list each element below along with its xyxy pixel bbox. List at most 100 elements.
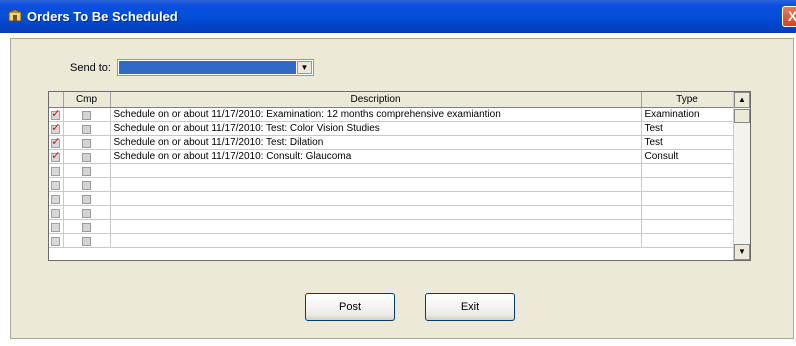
row-select-cell[interactable] <box>49 177 64 192</box>
cmp-checkbox[interactable] <box>82 138 91 148</box>
row-select-checkbox[interactable]: ✓ <box>51 149 61 162</box>
chevron-down-icon: ▼ <box>300 63 309 72</box>
scroll-down-button[interactable]: ▼ <box>734 244 750 260</box>
description-cell[interactable] <box>110 219 642 234</box>
cmp-checkbox[interactable] <box>82 166 91 176</box>
row-select-checkbox[interactable] <box>51 222 61 232</box>
cmp-checkbox[interactable] <box>82 194 91 204</box>
app-icon <box>8 9 22 22</box>
cmp-checkbox[interactable] <box>82 180 91 190</box>
row-select-checkbox[interactable] <box>51 166 61 176</box>
row-select-cell[interactable]: ✓ <box>49 107 64 122</box>
description-cell[interactable] <box>110 233 642 248</box>
cmp-cell[interactable] <box>63 149 111 164</box>
description-cell[interactable]: Schedule on or about 11/17/2010: Consult… <box>110 149 642 164</box>
orders-window: Orders To Be Scheduled X Send to: ▼ Cmp <box>0 0 796 346</box>
table-row[interactable]: ✓ Schedule on or about 11/17/2010: Test: … <box>49 121 734 136</box>
post-button[interactable]: Post <box>305 293 395 321</box>
cmp-cell[interactable] <box>63 233 111 248</box>
row-select-cell[interactable] <box>49 219 64 234</box>
row-select-checkbox[interactable] <box>51 208 61 218</box>
title-bar[interactable]: Orders To Be Scheduled X <box>0 0 796 33</box>
cmp-checkbox[interactable] <box>82 208 91 218</box>
row-select-cell[interactable] <box>49 163 64 178</box>
cmp-cell[interactable] <box>63 177 111 192</box>
send-to-label: Send to: <box>70 62 111 74</box>
table-row[interactable] <box>49 191 734 206</box>
table-row[interactable] <box>49 177 734 192</box>
table-row[interactable] <box>49 163 734 178</box>
orders-table: Cmp Description Type ✓ Schedule on or abo… <box>49 92 734 248</box>
cmp-cell[interactable] <box>63 205 111 220</box>
description-cell[interactable] <box>110 163 642 178</box>
row-select-cell[interactable]: ✓ <box>49 135 64 150</box>
cmp-cell[interactable] <box>63 163 111 178</box>
table-row[interactable]: ✓ Schedule on or about 11/17/2010: Examin… <box>49 107 734 122</box>
dropdown-button[interactable]: ▼ <box>297 61 312 74</box>
type-cell[interactable]: Consult <box>641 149 734 164</box>
close-icon: X <box>787 8 796 24</box>
cmp-cell[interactable] <box>63 121 111 136</box>
row-select-cell[interactable]: ✓ <box>49 121 64 136</box>
vertical-scrollbar[interactable]: ▲ ▼ <box>733 92 750 260</box>
cmp-cell[interactable] <box>63 135 111 150</box>
orders-grid: Cmp Description Type ✓ Schedule on or abo… <box>48 91 751 261</box>
description-cell[interactable]: Schedule on or about 11/17/2010: Examina… <box>110 107 642 122</box>
cmp-cell[interactable] <box>63 107 111 122</box>
column-header-description[interactable]: Description <box>110 92 642 108</box>
check-icon: ✓ <box>51 121 61 134</box>
close-button[interactable]: X <box>782 6 796 27</box>
check-icon: ✓ <box>51 135 61 148</box>
row-select-checkbox[interactable] <box>51 194 61 204</box>
scroll-up-button[interactable]: ▲ <box>734 92 750 108</box>
description-cell[interactable]: Schedule on or about 11/17/2010: Test: C… <box>110 121 642 136</box>
cmp-checkbox[interactable] <box>82 222 91 232</box>
type-cell[interactable] <box>641 177 734 192</box>
check-icon: ✓ <box>51 149 61 162</box>
description-cell[interactable] <box>110 191 642 206</box>
row-select-checkbox[interactable]: ✓ <box>51 121 61 134</box>
type-cell[interactable]: Test <box>641 135 734 150</box>
row-select-cell[interactable] <box>49 205 64 220</box>
type-cell[interactable]: Test <box>641 121 734 136</box>
cmp-checkbox[interactable] <box>82 152 91 162</box>
row-select-cell[interactable]: ✓ <box>49 149 64 164</box>
description-cell[interactable]: Schedule on or about 11/17/2010: Test: D… <box>110 135 642 150</box>
table-row[interactable]: ✓ Schedule on or about 11/17/2010: Test: … <box>49 135 734 150</box>
row-select-cell[interactable] <box>49 191 64 206</box>
description-cell[interactable] <box>110 177 642 192</box>
header-row: Cmp Description Type <box>49 92 734 108</box>
table-row[interactable] <box>49 219 734 234</box>
type-cell[interactable] <box>641 233 734 248</box>
row-select-checkbox[interactable] <box>51 180 61 190</box>
table-row[interactable] <box>49 205 734 220</box>
column-header-select <box>49 92 64 108</box>
type-cell[interactable] <box>641 191 734 206</box>
arrow-down-icon: ▼ <box>738 247 746 256</box>
cmp-cell[interactable] <box>63 191 111 206</box>
cmp-cell[interactable] <box>63 219 111 234</box>
send-to-dropdown[interactable]: ▼ <box>117 59 314 76</box>
type-cell[interactable] <box>641 205 734 220</box>
type-cell[interactable] <box>641 163 734 178</box>
column-header-cmp[interactable]: Cmp <box>63 92 111 108</box>
row-select-checkbox[interactable] <box>51 236 61 246</box>
check-icon: ✓ <box>51 107 61 120</box>
row-select-cell[interactable] <box>49 233 64 248</box>
send-to-value <box>119 61 296 74</box>
type-cell[interactable]: Examination <box>641 107 734 122</box>
row-select-checkbox[interactable]: ✓ <box>51 107 61 120</box>
arrow-up-icon: ▲ <box>738 95 746 104</box>
cmp-checkbox[interactable] <box>82 124 91 134</box>
exit-button[interactable]: Exit <box>425 293 515 321</box>
scroll-thumb[interactable] <box>734 109 750 123</box>
table-row[interactable] <box>49 233 734 248</box>
description-cell[interactable] <box>110 205 642 220</box>
column-header-type[interactable]: Type <box>641 92 734 108</box>
cmp-checkbox[interactable] <box>82 110 91 120</box>
cmp-checkbox[interactable] <box>82 236 91 246</box>
table-body: ✓ Schedule on or about 11/17/2010: Examin… <box>49 107 734 248</box>
table-row[interactable]: ✓ Schedule on or about 11/17/2010: Consul… <box>49 149 734 164</box>
row-select-checkbox[interactable]: ✓ <box>51 135 61 148</box>
type-cell[interactable] <box>641 219 734 234</box>
